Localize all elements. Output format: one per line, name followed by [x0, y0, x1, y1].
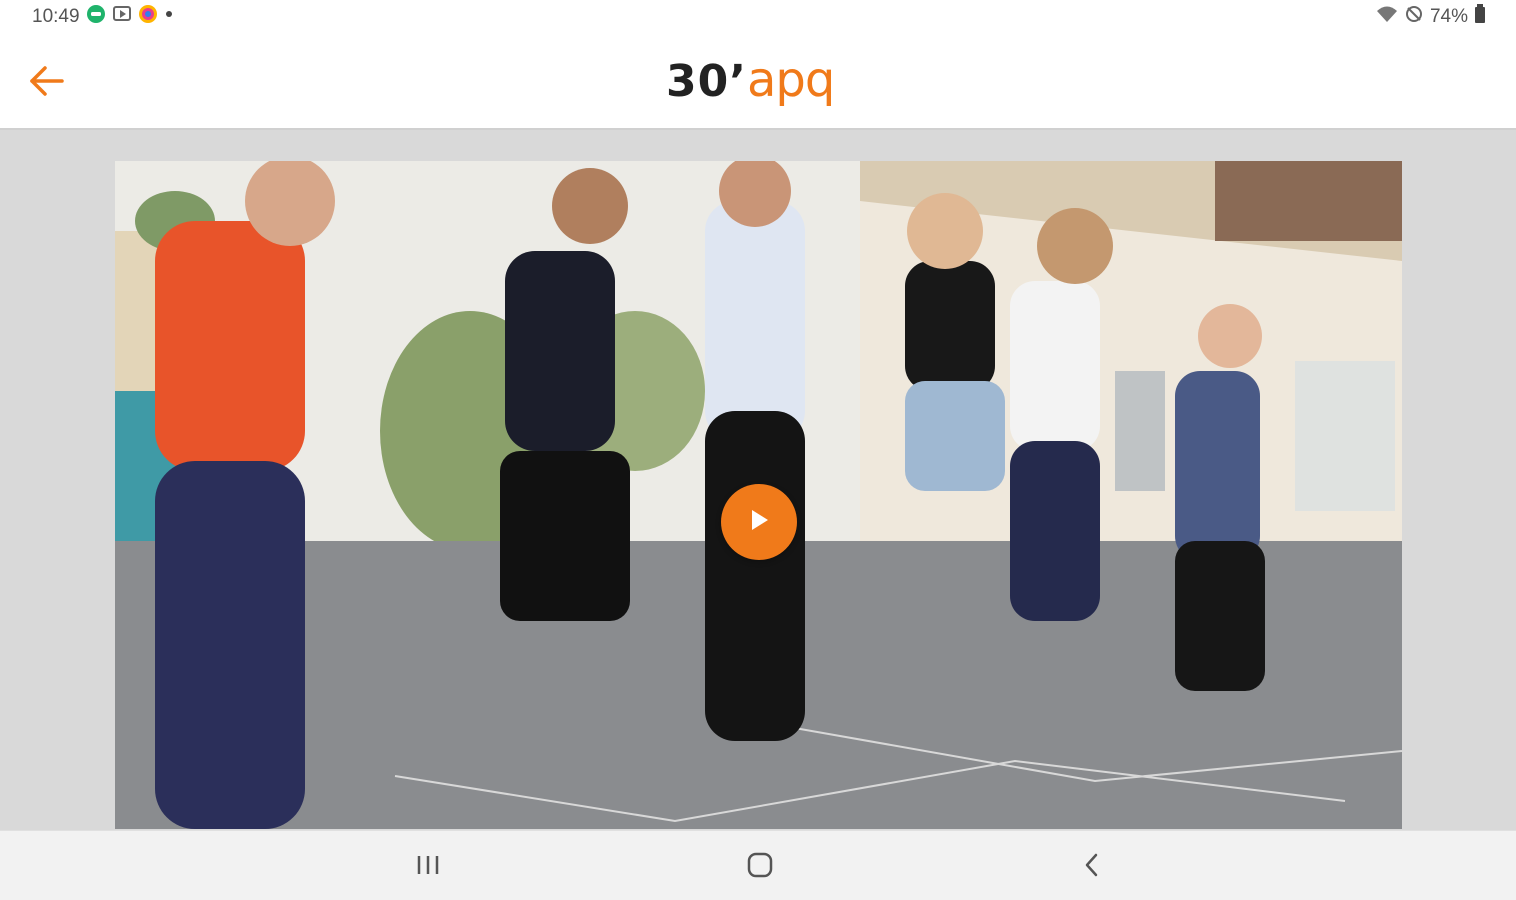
arrow-left-icon [26, 66, 68, 106]
battery-text: 74% [1429, 6, 1468, 27]
home-button[interactable] [738, 849, 782, 885]
system-nav-bar [0, 830, 1516, 900]
app-header: 30’ apq [0, 34, 1516, 130]
back-button[interactable] [26, 60, 68, 102]
back-icon [1082, 852, 1102, 883]
status-left: 10:49 [32, 4, 174, 30]
nav-back-button[interactable] [1070, 849, 1114, 885]
recent-apps-button[interactable] [406, 849, 450, 885]
status-time: 10:49 [32, 6, 80, 27]
recent-apps-icon [415, 853, 441, 882]
app-logo: 30’ apq [666, 52, 835, 114]
video-player[interactable] [115, 161, 1402, 829]
play-icon [748, 508, 770, 537]
app-icon [138, 4, 158, 30]
battery-icon [1474, 4, 1486, 30]
play-button[interactable] [721, 484, 797, 560]
dot-icon [164, 4, 174, 30]
logo-part-orange: apq [746, 52, 835, 108]
wifi-icon [1376, 4, 1398, 30]
cast-icon [112, 4, 132, 30]
alarm-icon [1404, 4, 1424, 30]
logo-part-dark: 30’ [666, 56, 747, 107]
message-icon [86, 4, 106, 30]
status-bar: 10:49 74% [0, 0, 1516, 34]
status-right: 74% [1376, 4, 1486, 30]
home-icon [746, 851, 774, 884]
main-content [0, 132, 1516, 830]
